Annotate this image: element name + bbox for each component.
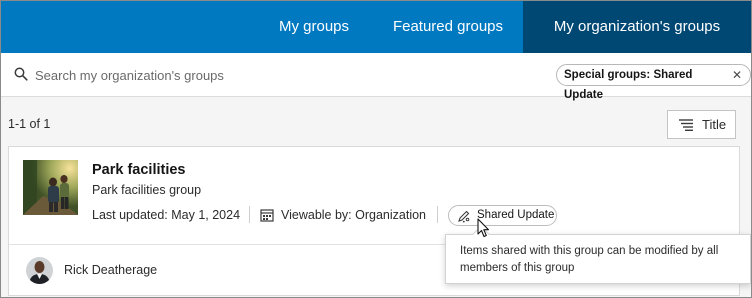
- tab-my-groups[interactable]: My groups: [260, 1, 368, 53]
- tab-featured-groups[interactable]: Featured groups: [379, 1, 517, 53]
- organization-icon: [260, 209, 274, 222]
- edit-share-icon: [458, 210, 470, 223]
- search-input[interactable]: [35, 64, 515, 86]
- group-thumbnail[interactable]: [23, 160, 78, 215]
- sort-lines-icon: [679, 119, 693, 131]
- app-frame: My groups Featured groups My organizatio…: [0, 0, 752, 298]
- group-title[interactable]: Park facilities: [92, 162, 186, 178]
- tab-my-organizations-groups[interactable]: My organization's groups: [523, 1, 751, 53]
- owner-avatar[interactable]: [26, 257, 53, 284]
- tooltip-text: Items shared with this group can be modi…: [460, 245, 719, 274]
- search-icon: [14, 67, 28, 81]
- filter-chip-shared-update[interactable]: Special groups: Shared Update ✕: [556, 64, 751, 101]
- sort-button[interactable]: Title: [667, 110, 736, 139]
- last-updated: Last updated: May 1, 2024: [92, 208, 241, 222]
- close-icon[interactable]: ✕: [732, 65, 742, 85]
- filter-chip-label: Special groups: Shared Update: [564, 69, 693, 101]
- tab-bar: My groups Featured groups My organizatio…: [1, 1, 751, 53]
- owner-name[interactable]: Rick Deatherage: [64, 263, 157, 277]
- divider: [437, 206, 438, 223]
- group-summary: Park facilities group: [92, 183, 202, 197]
- mouse-pointer-icon: [477, 218, 490, 238]
- shared-update-tooltip: Items shared with this group can be modi…: [445, 225, 751, 284]
- shared-update-badge[interactable]: Shared Update: [448, 205, 557, 226]
- sort-label: Title: [702, 117, 727, 132]
- viewable-by: Viewable by: Organization: [281, 208, 426, 222]
- divider: [249, 206, 250, 223]
- search-row: Special groups: Shared Update ✕: [1, 53, 751, 101]
- result-count: 1-1 of 1: [8, 117, 51, 131]
